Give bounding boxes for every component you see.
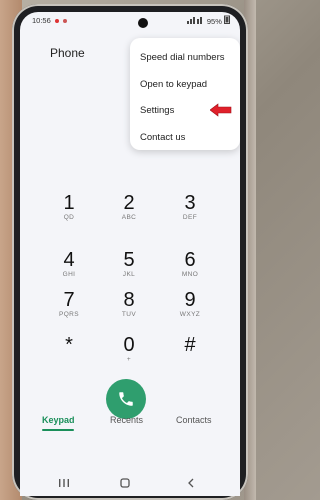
recent-apps-icon[interactable] [58,478,70,488]
phone-screen: 10:56 95% Phone Speed dial numbers Open … [20,12,240,496]
key-2[interactable]: 2 ABC [104,193,154,221]
key-hash[interactable]: # [165,335,215,356]
key-letters: DEF [182,214,198,221]
battery-percent: 95% [206,17,222,26]
key-letters: MNO [181,271,199,278]
status-right: 95% [186,15,230,26]
front-camera [138,18,148,28]
menu-item-speed-dial[interactable]: Speed dial numbers [140,52,225,63]
key-8[interactable]: 8 TUV [104,290,154,318]
key-1[interactable]: 1 QD [44,193,94,221]
key-letters: TUV [121,311,137,318]
key-0[interactable]: 0 + [104,335,154,363]
key-7[interactable]: 7 PQRS [44,290,94,318]
home-icon[interactable] [120,478,130,488]
phone-icon [119,392,133,406]
call-button[interactable] [106,379,146,419]
key-digit: 6 [184,249,196,271]
key-4[interactable]: 4 GHI [44,250,94,278]
app-title: Phone [50,46,85,60]
key-digit: 2 [123,192,135,214]
key-digit: 3 [184,192,196,214]
tab-keypad[interactable]: Keypad [42,415,75,425]
system-nav-bar [20,474,240,496]
battery-icon [224,15,230,24]
tab-recents[interactable]: Recents [110,415,143,425]
key-letters: + [126,356,132,363]
key-digit: 5 [123,249,135,271]
active-tab-indicator [42,429,74,431]
key-digit: 7 [63,289,75,311]
tab-contacts[interactable]: Contacts [176,415,212,425]
status-bar: 10:56 95% [20,12,240,28]
menu-item-open-to-keypad[interactable]: Open to keypad [140,79,207,90]
menu-item-contact-us[interactable]: Contact us [140,132,185,143]
key-letters: PQRS [58,311,80,318]
key-9[interactable]: 9 WXYZ [165,290,215,318]
key-3[interactable]: 3 DEF [165,193,215,221]
key-6[interactable]: 6 MNO [165,250,215,278]
key-letters: GHI [62,271,76,278]
key-digit: 0 [123,334,135,356]
notification-dot-icon [55,19,59,23]
key-star[interactable]: * [44,335,94,356]
key-5[interactable]: 5 JKL [104,250,154,278]
notification-dot-icon [63,19,68,23]
key-letters: JKL [122,271,136,278]
key-digit: 8 [123,289,135,311]
red-arrow-icon [210,103,232,117]
key-letters: ABC [121,214,137,221]
key-letters: QD [63,214,75,221]
key-digit: * [65,334,73,356]
signal-icon [186,17,202,24]
key-digit: 4 [63,249,75,271]
key-digit: 9 [184,289,196,311]
status-time: 10:56 [32,16,51,25]
notification-icons [55,16,69,25]
key-digit: 1 [63,192,75,214]
menu-item-settings[interactable]: Settings [140,105,174,116]
key-digit: # [184,334,196,356]
overflow-menu: Speed dial numbers Open to keypad Settin… [130,38,240,150]
back-icon[interactable] [186,478,196,488]
key-letters: WXYZ [179,311,201,318]
